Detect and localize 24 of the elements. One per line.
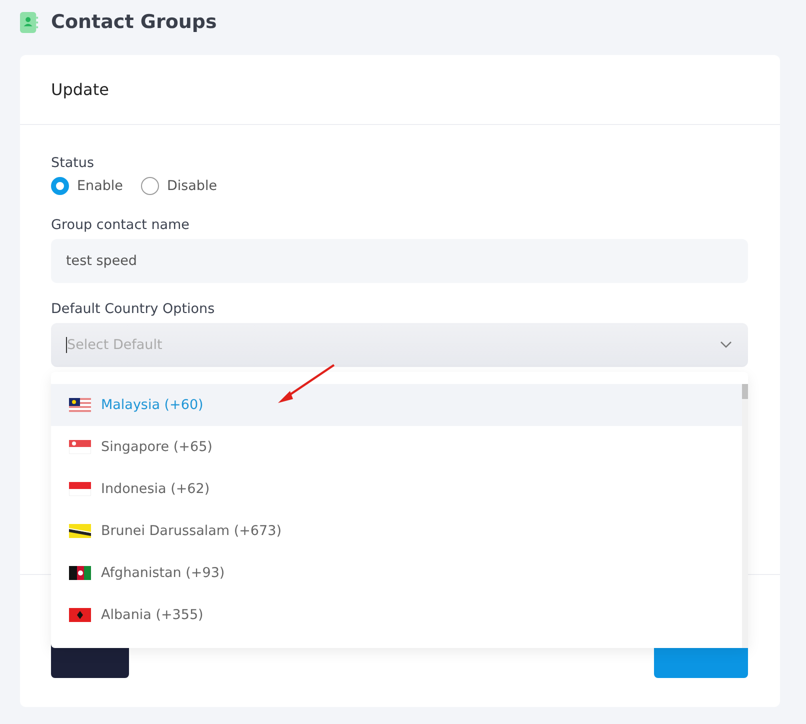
country-option[interactable]: Afghanistan (+93) [51, 552, 742, 594]
flag-icon [69, 440, 91, 454]
card-title: Update [51, 80, 109, 99]
flag-icon [69, 398, 91, 412]
page-title: Contact Groups [51, 11, 217, 33]
flag-icon [69, 608, 91, 622]
country-option[interactable]: Malaysia (+60) [51, 384, 742, 426]
chevron-down-icon [720, 341, 732, 349]
scrollbar-thumb[interactable] [742, 384, 748, 399]
field-label: Status [51, 155, 96, 171]
input-field[interactable]: test speed [51, 239, 748, 283]
radio-option[interactable]: Disable [140, 177, 218, 195]
country-option[interactable]: Albania (+355) [51, 594, 742, 636]
flag-icon [69, 566, 91, 580]
flag-icon [69, 524, 91, 538]
country-option[interactable]: Indonesia (+62) [51, 468, 742, 510]
country-option[interactable]: Brunei Darussalam (+673) [51, 510, 742, 552]
annotation-arrow [277, 363, 337, 405]
flag-icon [69, 482, 91, 496]
field-label: Group contact name [51, 217, 190, 233]
country-option[interactable]: Singapore (+65) [51, 426, 742, 468]
radio-option[interactable]: Enable [51, 177, 123, 195]
field-label: Default Country Options [51, 301, 216, 317]
contact-book-icon [20, 12, 39, 32]
